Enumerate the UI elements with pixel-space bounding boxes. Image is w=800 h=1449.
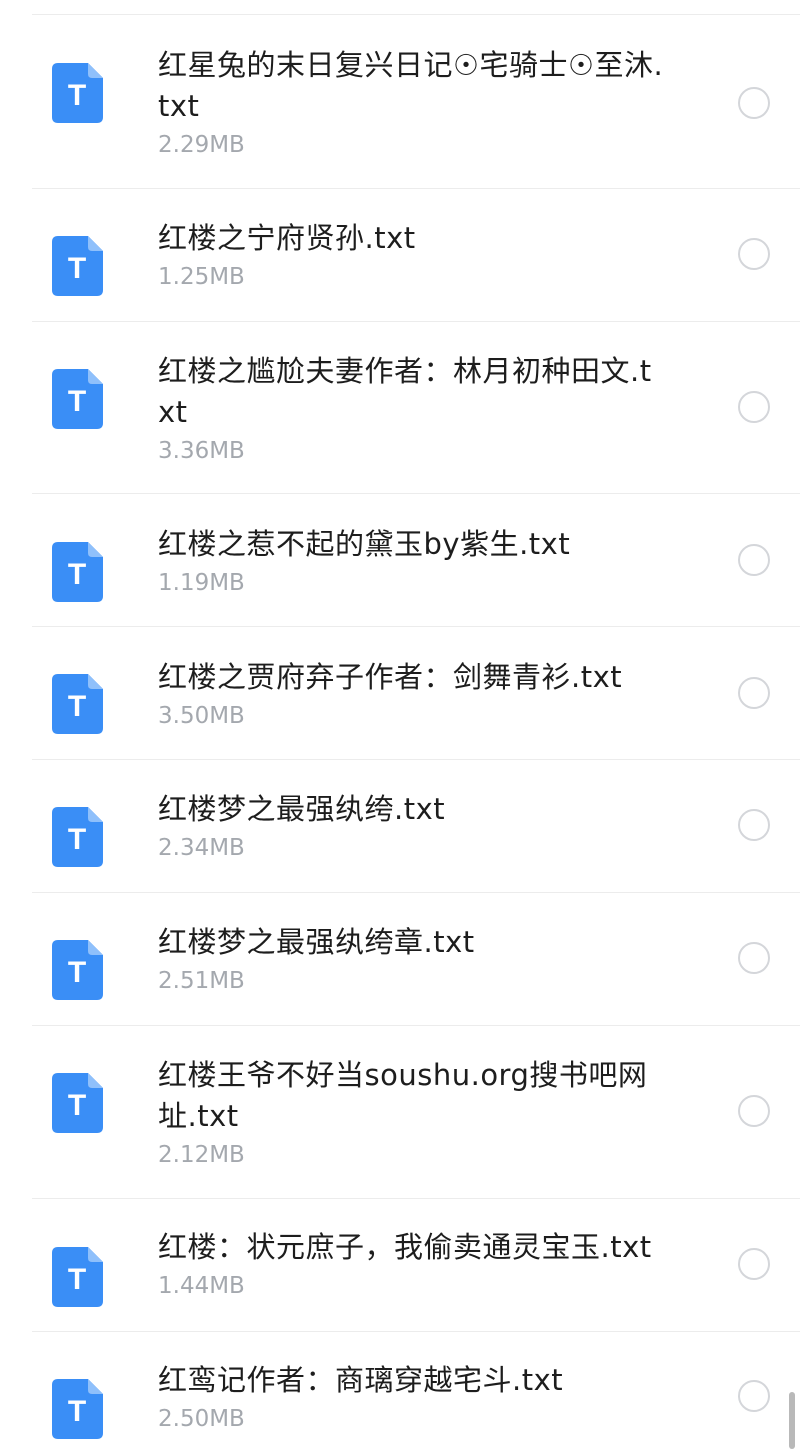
file-row[interactable]: T 红楼王爷不好当soushu.org搜书吧网址.txt 2.12MB bbox=[0, 1026, 800, 1198]
file-size: 1.19MB bbox=[158, 570, 245, 596]
file-row[interactable]: T 红楼之贾府弃子作者：剑舞青衫.txt 3.50MB bbox=[0, 627, 800, 759]
file-name: 红楼之尴尬夫妻作者：林月初种田文.txt bbox=[158, 354, 652, 429]
icon-letter: T bbox=[68, 79, 86, 112]
file-name: 红楼梦之最强纨绔.txt bbox=[158, 792, 446, 826]
file-size: 3.50MB bbox=[158, 703, 245, 729]
file-row[interactable]: T 红鸾记作者：商璃穿越宅斗.txt 2.50MB bbox=[0, 1332, 800, 1449]
icon-letter: T bbox=[68, 1395, 86, 1428]
file-row[interactable]: T 红星兔的末日复兴日记☉宅骑士☉至沐.txt 2.29MB bbox=[0, 15, 800, 188]
icon-letter: T bbox=[68, 558, 86, 591]
file-row[interactable]: T 红楼梦之最强纨绔章.txt 2.51MB bbox=[0, 893, 800, 1025]
icon-letter: T bbox=[68, 252, 86, 285]
file-row[interactable]: T 红楼：状元庶子，我偷卖通灵宝玉.txt 1.44MB bbox=[0, 1199, 800, 1331]
select-radio[interactable] bbox=[738, 677, 770, 709]
file-size: 2.29MB bbox=[158, 132, 245, 158]
file-size: 2.34MB bbox=[158, 835, 245, 861]
file-name: 红楼之惹不起的黛玉by紫生.txt bbox=[158, 527, 571, 561]
icon-letter: T bbox=[68, 690, 86, 723]
icon-letter: T bbox=[68, 823, 86, 856]
file-size: 1.25MB bbox=[158, 264, 245, 290]
select-radio[interactable] bbox=[738, 809, 770, 841]
file-size: 1.44MB bbox=[158, 1273, 245, 1299]
txt-file-icon: T bbox=[52, 1379, 103, 1439]
txt-file-icon: T bbox=[52, 542, 103, 602]
select-radio[interactable] bbox=[738, 391, 770, 423]
select-radio[interactable] bbox=[738, 1380, 770, 1412]
txt-file-icon: T bbox=[52, 674, 103, 734]
select-radio[interactable] bbox=[738, 87, 770, 119]
select-radio[interactable] bbox=[738, 942, 770, 974]
file-name: 红鸾记作者：商璃穿越宅斗.txt bbox=[158, 1363, 564, 1397]
select-radio[interactable] bbox=[738, 1248, 770, 1280]
file-size: 2.51MB bbox=[158, 968, 245, 994]
select-radio[interactable] bbox=[738, 238, 770, 270]
icon-letter: T bbox=[68, 385, 86, 418]
file-size: 3.36MB bbox=[158, 438, 245, 464]
file-row[interactable]: T 红楼之惹不起的黛玉by紫生.txt 1.19MB bbox=[0, 494, 800, 626]
file-name: 红楼：状元庶子，我偷卖通灵宝玉.txt bbox=[158, 1230, 652, 1264]
file-size: 2.50MB bbox=[158, 1406, 245, 1432]
txt-file-icon: T bbox=[52, 63, 103, 123]
file-name: 红楼之宁府贤孙.txt bbox=[158, 221, 416, 255]
txt-file-icon: T bbox=[52, 1073, 103, 1133]
select-radio[interactable] bbox=[738, 1095, 770, 1127]
file-name: 红星兔的末日复兴日记☉宅骑士☉至沐.txt bbox=[158, 48, 664, 123]
icon-letter: T bbox=[68, 1089, 86, 1122]
icon-letter: T bbox=[68, 956, 86, 989]
txt-file-icon: T bbox=[52, 940, 103, 1000]
file-name: 红楼梦之最强纨绔章.txt bbox=[158, 925, 475, 959]
file-name: 红楼王爷不好当soushu.org搜书吧网址.txt bbox=[158, 1058, 648, 1133]
txt-file-icon: T bbox=[52, 236, 103, 296]
file-row[interactable]: T 红楼之宁府贤孙.txt 1.25MB bbox=[0, 189, 800, 321]
file-size: 2.12MB bbox=[158, 1142, 245, 1168]
file-row[interactable]: T 红楼梦之最强纨绔.txt 2.34MB bbox=[0, 760, 800, 892]
select-radio[interactable] bbox=[738, 544, 770, 576]
icon-letter: T bbox=[68, 1263, 86, 1296]
file-list: T 红星兔的末日复兴日记☉宅骑士☉至沐.txt 2.29MB T 红楼之宁府贤孙… bbox=[0, 0, 800, 1449]
file-name: 红楼之贾府弃子作者：剑舞青衫.txt bbox=[158, 660, 623, 694]
txt-file-icon: T bbox=[52, 369, 103, 429]
scrollbar-thumb[interactable] bbox=[789, 1392, 795, 1449]
txt-file-icon: T bbox=[52, 807, 103, 867]
txt-file-icon: T bbox=[52, 1247, 103, 1307]
file-row[interactable]: T 红楼之尴尬夫妻作者：林月初种田文.txt 3.36MB bbox=[0, 322, 800, 493]
